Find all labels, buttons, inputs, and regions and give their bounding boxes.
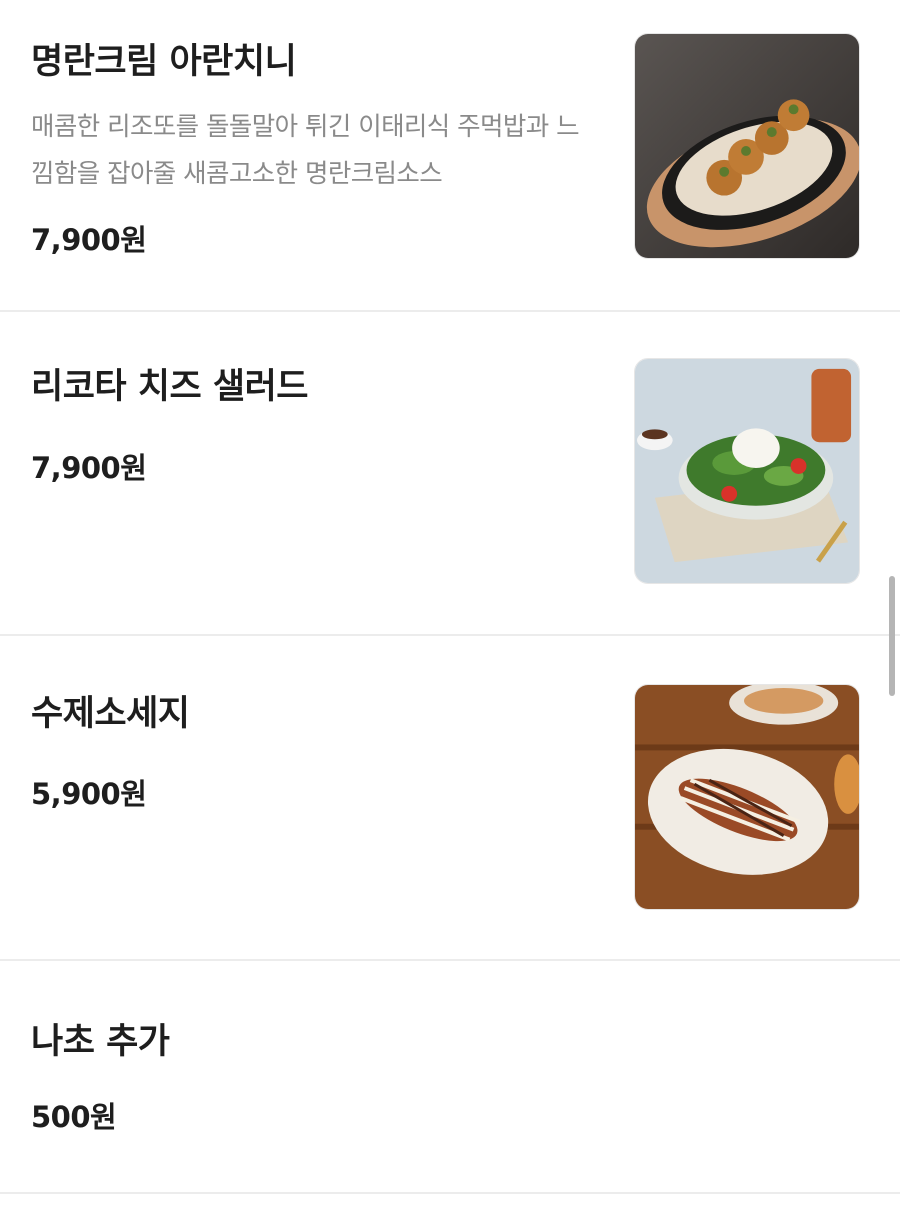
homemade-sausage-photo <box>634 684 860 910</box>
menu-item-price: 5,900원 <box>31 777 147 811</box>
menu-item-description: 매콤한 리조또를 돌돌말아 튀긴 이태리식 주먹밥과 느낌함을 잡아줄 새콤고소… <box>31 112 580 190</box>
menu-list: 명란크림 아란치니 매콤한 리조또를 돌돌말아 튀긴 이태리식 주먹밥과 느낌함… <box>0 0 900 1194</box>
menu-item-price: 7,900원 <box>31 451 147 485</box>
ricotta-salad-photo <box>634 358 860 584</box>
menu-item-homemade-sausage[interactable]: 수제소세지 5,900원 <box>0 636 900 961</box>
menu-item-ricotta-salad[interactable]: 리코타 치즈 샐러드 7,900원 <box>0 312 900 636</box>
menu-item-price: 7,900원 <box>31 223 147 257</box>
menu-item-nacho-add[interactable]: 나초 추가 500원 <box>0 961 900 1194</box>
menu-item-name: 수제소세지 <box>31 694 190 734</box>
arancini-photo <box>634 33 860 259</box>
scrollbar[interactable] <box>889 576 895 696</box>
menu-item-price: 500원 <box>31 1100 117 1134</box>
menu-item-name: 리코타 치즈 샐러드 <box>31 367 308 407</box>
menu-item-arancini[interactable]: 명란크림 아란치니 매콤한 리조또를 돌돌말아 튀긴 이태리식 주먹밥과 느낌함… <box>0 0 900 312</box>
menu-item-name: 명란크림 아란치니 <box>31 42 297 82</box>
menu-item-name: 나초 추가 <box>31 1022 170 1062</box>
bottom-spacer <box>0 1194 900 1215</box>
